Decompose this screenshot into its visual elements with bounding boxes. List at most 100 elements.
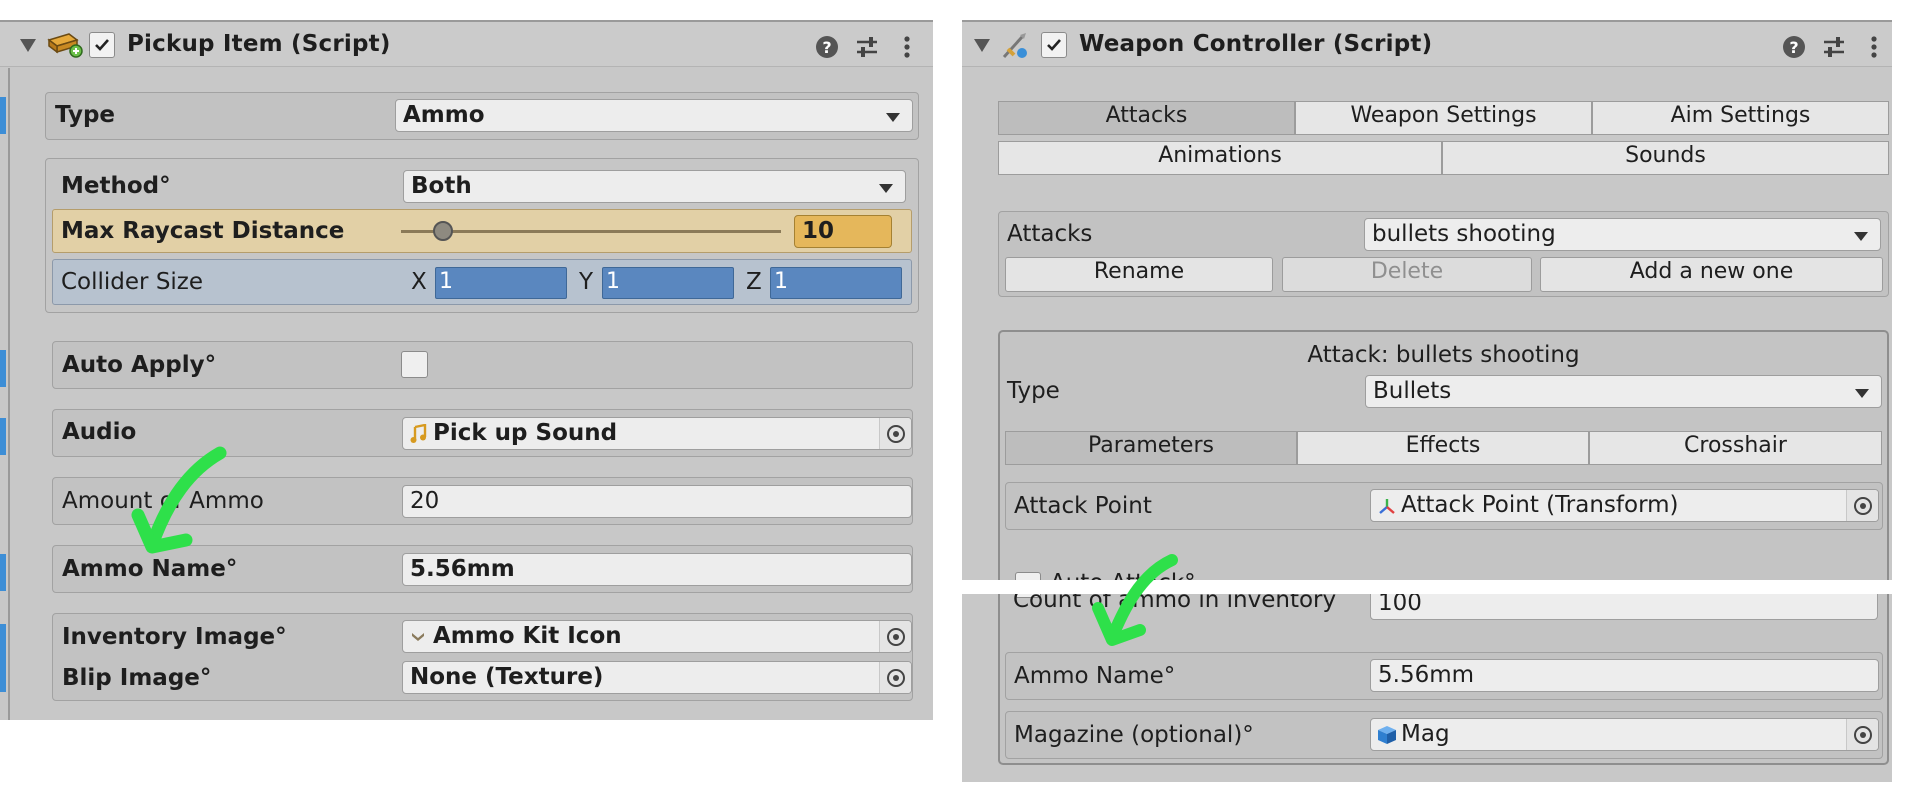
dropdown-arrow-icon [879, 184, 893, 193]
modified-marker [0, 350, 6, 387]
method-label: Method° [61, 173, 171, 199]
type-label: Type [55, 102, 116, 128]
attack-point-value: Attack Point (Transform) [1401, 492, 1679, 518]
annotation-arrow-icon [1092, 554, 1178, 646]
checkmark-icon [95, 39, 109, 51]
attack-point-row: Attack Point Attack Point (Transform) [1005, 482, 1883, 530]
amount-field[interactable]: 20 [402, 485, 912, 518]
component-enabled-checkbox[interactable] [1041, 32, 1067, 58]
inventory-image-value: Ammo Kit Icon [433, 623, 622, 649]
inventory-image-label: Inventory Image° [62, 624, 287, 650]
max-raycast-row: Max Raycast Distance 10 [52, 209, 912, 253]
attack-type-dropdown[interactable]: Bullets [1365, 375, 1882, 408]
annotation-arrow-icon [131, 446, 227, 554]
component-enabled-checkbox[interactable] [89, 32, 115, 58]
texture-icon [412, 633, 424, 641]
attack-header: Attack: bullets shooting [1307, 342, 1580, 368]
attack-type-label: Type [1007, 378, 1060, 404]
max-raycast-value-field[interactable]: 10 [794, 215, 892, 248]
prefab-cube-icon [1378, 726, 1396, 744]
attack-point-field[interactable]: Attack Point (Transform) [1370, 489, 1879, 522]
type-dropdown-value: Ammo [403, 102, 485, 128]
svg-text:?: ? [822, 38, 831, 57]
rename-button[interactable]: Rename [1005, 257, 1273, 292]
auto-apply-row: Auto Apply° [52, 341, 913, 389]
attacks-dropdown[interactable]: bullets shooting [1364, 218, 1881, 251]
attack-point-label: Attack Point [1014, 493, 1152, 519]
tab-animations[interactable]: Animations [998, 141, 1442, 175]
help-icon[interactable]: ? [1780, 33, 1808, 61]
script-component-icon [47, 33, 83, 58]
audio-object-value: Pick up Sound [433, 420, 618, 446]
object-picker-icon[interactable] [1846, 490, 1878, 521]
collider-z-field[interactable]: 1 [770, 267, 902, 299]
max-raycast-slider-thumb[interactable] [432, 221, 453, 241]
preset-sliders-icon[interactable] [1820, 33, 1848, 61]
component-title: Weapon Controller (Script) [1079, 31, 1433, 57]
more-options-icon[interactable] [1860, 33, 1888, 61]
tab-sounds[interactable]: Sounds [1442, 141, 1889, 175]
svg-text:?: ? [1789, 38, 1798, 57]
component-header[interactable]: Weapon Controller (Script) ? [962, 20, 1892, 67]
modified-marker [0, 624, 6, 692]
transform-icon [1379, 499, 1395, 514]
type-dropdown[interactable]: Ammo [395, 99, 913, 132]
component-header[interactable]: Pickup Item (Script) ? [0, 20, 933, 67]
attacks-label: Attacks [1007, 221, 1093, 247]
checkmark-icon [1047, 39, 1061, 51]
dropdown-arrow-icon [1855, 389, 1869, 398]
ammo-name-field[interactable]: 5.56mm [1370, 659, 1879, 692]
pickup-settings-group: Method° Both Max Raycast Distance 10 Col… [45, 158, 919, 313]
subtab-effects[interactable]: Effects [1297, 431, 1589, 465]
object-picker-icon[interactable] [879, 662, 911, 693]
max-raycast-slider-track[interactable] [401, 230, 781, 233]
attack-details-group: Attack: bullets shooting Type Bullets Pa… [998, 330, 1889, 765]
weapon-script-icon [1002, 33, 1027, 59]
foldout-arrow-icon[interactable] [20, 39, 36, 52]
blip-image-value: None (Texture) [410, 664, 604, 690]
blip-image-field[interactable]: None (Texture) [402, 661, 912, 694]
dropdown-arrow-icon [886, 113, 900, 122]
delete-button[interactable]: Delete [1282, 257, 1532, 292]
collider-y-field[interactable]: 1 [602, 267, 734, 299]
preset-sliders-icon[interactable] [853, 33, 881, 61]
auto-apply-label: Auto Apply° [62, 352, 217, 378]
images-row: Inventory Image° Ammo Kit Icon Blip Imag… [52, 613, 913, 701]
add-new-attack-button[interactable]: Add a new one [1540, 257, 1883, 292]
weapon-controller-panel: Weapon Controller (Script) ? Attacks Wea… [962, 20, 1892, 782]
magazine-field[interactable]: Mag [1370, 718, 1879, 751]
more-options-icon[interactable] [893, 33, 921, 61]
subtab-parameters[interactable]: Parameters [1005, 431, 1297, 465]
tab-attacks[interactable]: Attacks [998, 101, 1295, 135]
dropdown-arrow-icon [1854, 232, 1868, 241]
foldout-arrow-icon[interactable] [974, 39, 990, 52]
method-dropdown[interactable]: Both [403, 170, 906, 203]
auto-apply-checkbox[interactable] [401, 351, 428, 378]
type-row: Type Ammo [45, 92, 919, 140]
collider-x-label: X [411, 269, 427, 295]
blip-image-label: Blip Image° [62, 665, 212, 691]
object-picker-icon[interactable] [879, 621, 911, 652]
audio-label: Audio [62, 419, 137, 445]
subtab-crosshair[interactable]: Crosshair [1589, 431, 1882, 465]
tab-aim-settings[interactable]: Aim Settings [1592, 101, 1889, 135]
pickup-item-panel: Pickup Item (Script) ? Type Ammo Method°… [0, 20, 933, 720]
audio-clip-icon [410, 424, 427, 443]
ammo-name-field[interactable]: 5.56mm [402, 553, 912, 586]
component-title: Pickup Item (Script) [127, 31, 391, 57]
modified-marker [0, 554, 6, 591]
help-icon[interactable]: ? [813, 33, 841, 61]
collider-y-label: Y [579, 269, 594, 295]
object-picker-icon[interactable] [879, 418, 911, 449]
collider-x-field[interactable]: 1 [435, 267, 567, 299]
audio-object-field[interactable]: Pick up Sound [402, 417, 912, 450]
method-dropdown-value: Both [411, 173, 472, 199]
magazine-row: Magazine (optional)° Mag [1005, 711, 1883, 759]
object-picker-icon[interactable] [1846, 719, 1878, 750]
inventory-image-field[interactable]: Ammo Kit Icon [402, 620, 912, 653]
tab-weapon-settings[interactable]: Weapon Settings [1295, 101, 1592, 135]
modified-marker [0, 97, 6, 134]
inspector-left-border [8, 68, 10, 720]
attacks-group: Attacks bullets shooting Rename Delete A… [998, 211, 1889, 297]
collider-z-label: Z [746, 269, 762, 295]
